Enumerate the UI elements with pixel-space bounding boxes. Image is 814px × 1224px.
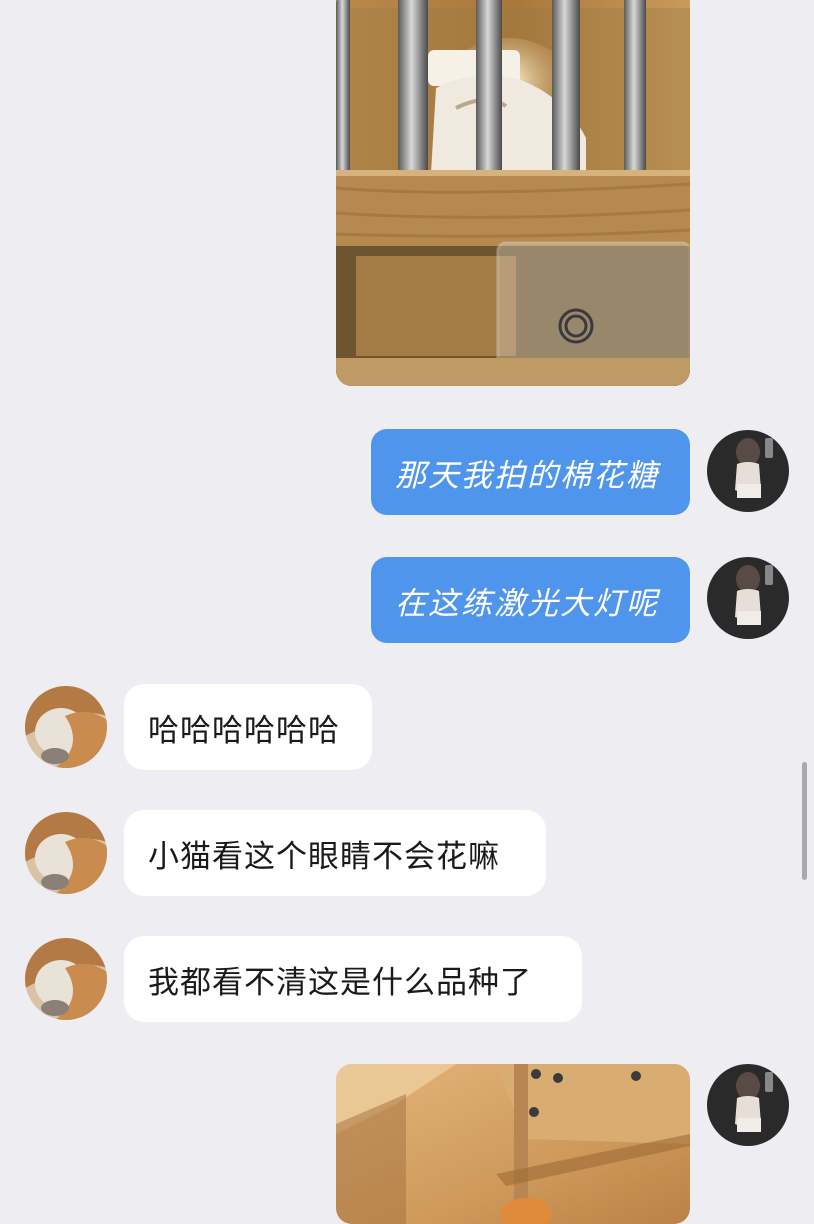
- self-avatar-image: [707, 557, 789, 639]
- outgoing-message-bubble[interactable]: 那天我拍的棉花糖: [371, 429, 690, 515]
- self-avatar[interactable]: [707, 1064, 789, 1146]
- message-text: 哈哈哈哈哈哈: [148, 712, 340, 749]
- message-text: 小猫看这个眼睛不会花嘛: [148, 838, 500, 875]
- incoming-message-bubble[interactable]: 哈哈哈哈哈哈: [124, 684, 372, 770]
- cat-avatar-image: [25, 812, 107, 894]
- self-avatar-image: [707, 430, 789, 512]
- self-avatar[interactable]: [707, 557, 789, 639]
- message-text: 那天我拍的棉花糖: [395, 457, 659, 494]
- self-avatar-image: [707, 1064, 789, 1146]
- incoming-message-bubble[interactable]: 我都看不清这是什么品种了: [124, 936, 582, 1022]
- message-text: 在这练激光大灯呢: [395, 585, 659, 622]
- orange-cat-photo-image: [336, 1064, 690, 1224]
- incoming-message-bubble[interactable]: 小猫看这个眼睛不会花嘛: [124, 810, 546, 896]
- photo-message[interactable]: [336, 0, 690, 386]
- scrollbar-thumb[interactable]: [802, 762, 807, 880]
- contact-avatar[interactable]: [25, 938, 107, 1020]
- cat-avatar-image: [25, 938, 107, 1020]
- self-avatar[interactable]: [707, 430, 789, 512]
- message-text: 我都看不清这是什么品种了: [148, 964, 532, 1001]
- contact-avatar[interactable]: [25, 812, 107, 894]
- cat-avatar-image: [25, 686, 107, 768]
- contact-avatar[interactable]: [25, 686, 107, 768]
- photo-message[interactable]: [336, 1064, 690, 1224]
- outgoing-message-bubble[interactable]: 在这练激光大灯呢: [371, 557, 690, 643]
- cat-cabinet-photo-image: [336, 0, 690, 386]
